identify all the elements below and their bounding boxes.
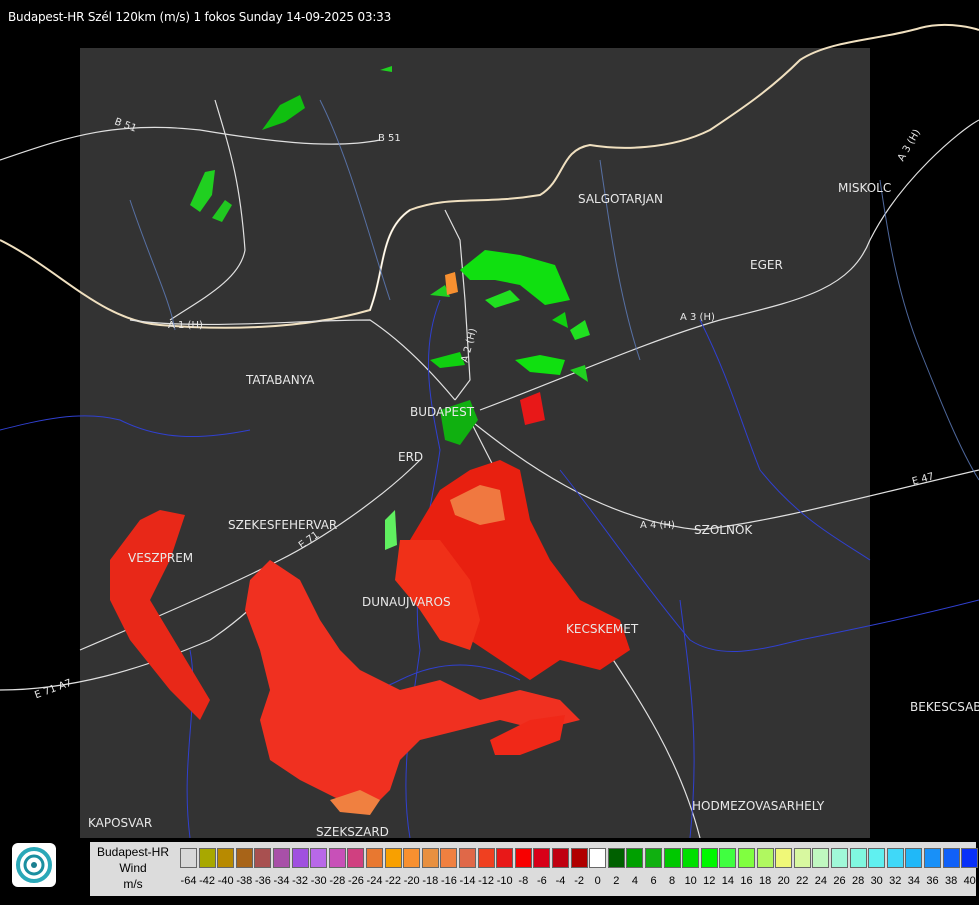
legend-swatch [421, 848, 439, 868]
city-label-veszprem: VESZPREM [128, 551, 194, 565]
legend-swatch [533, 848, 551, 868]
road-label: A 4 (H) [640, 520, 675, 531]
legend-swatch [589, 848, 607, 868]
city-label-budapest: BUDAPEST [410, 405, 475, 419]
map-title: Budapest-HR Szél 120km (m/s) 1 fokos Sun… [8, 10, 392, 24]
legend-swatch [831, 848, 848, 868]
legend-swatch [645, 848, 662, 868]
legend-swatch [719, 848, 737, 868]
legend-swatch [291, 848, 309, 868]
legend-swatch [366, 848, 383, 868]
legend-swatch [328, 848, 346, 868]
legend-swatch [514, 848, 532, 868]
legend-quantity: Wind [119, 861, 147, 875]
legend-swatch [310, 848, 328, 868]
color-scale-legend: Budapest-HR Wind m/s -64 -42 -40 -38 -36 -34-… [90, 842, 979, 896]
legend-swatch [868, 848, 886, 868]
legend-swatch [440, 848, 458, 868]
legend-swatch [700, 848, 718, 868]
city-label-szekszard: SZEKSZARD [316, 825, 389, 839]
met-service-logo [12, 843, 56, 887]
city-label-tatabanya: TATABANYA [246, 373, 315, 387]
legend-swatch [886, 848, 904, 868]
legend-swatch [384, 848, 402, 868]
legend-swatch [347, 848, 365, 868]
legend-swatch [738, 848, 755, 868]
swirl-icon [16, 847, 52, 883]
legend-swatch [198, 848, 216, 868]
legend-swatch [756, 848, 774, 868]
legend-swatch [607, 848, 625, 868]
legend-swatch [682, 848, 700, 868]
legend-swatch [217, 848, 235, 868]
legend-swatch [793, 848, 811, 868]
legend-unit: m/s [123, 877, 143, 891]
legend-swatch [663, 848, 681, 868]
legend-swatch [235, 848, 253, 868]
legend-swatch [924, 848, 941, 868]
legend-swatch [961, 848, 979, 868]
legend-swatch [459, 848, 476, 868]
legend-swatch [403, 848, 421, 868]
legend-swatch [180, 848, 197, 868]
radar-map: Budapest-HR Szél 120km (m/s) 1 fokos Sun… [0, 0, 979, 900]
legend-swatch [552, 848, 569, 868]
legend-swatch [254, 848, 272, 868]
legend-swatch [942, 848, 960, 868]
legend-swatch [273, 848, 290, 868]
city-label-erd: ERD [398, 450, 424, 464]
legend-swatch [905, 848, 923, 868]
city-label-eger: EGER [750, 258, 783, 272]
legend-caption: Budapest-HR Wind m/s [90, 844, 176, 892]
legend-swatch [849, 848, 867, 868]
city-label-hodmezovasarhely: HODMEZOVASARHELY [692, 799, 825, 813]
legend-swatch [626, 848, 644, 868]
map-canvas [0, 0, 979, 900]
legend-radar-name: Budapest-HR [96, 845, 170, 859]
legend-tick-label: 42 [973, 875, 979, 887]
city-label-kaposvar: KAPOSVAR [88, 816, 153, 830]
legend-swatch [496, 848, 514, 868]
city-label-miskolc: MISKOLC [838, 181, 892, 195]
city-label-kecskemet: KECSKEMET [566, 622, 639, 636]
city-label-dunaujvaros: DUNAUJVAROS [362, 595, 451, 609]
city-label-salgotarjan: SALGOTARJAN [578, 192, 663, 206]
legend-swatch [775, 848, 793, 868]
legend-swatch [812, 848, 830, 868]
road-label: A 1 (H) [168, 320, 203, 331]
road-label: A 3 (H) [680, 312, 715, 323]
city-label-szekesfehervar: SZEKESFEHERVAR [228, 518, 338, 532]
legend-swatch [477, 848, 495, 868]
legend-swatch [570, 848, 588, 868]
city-label-szolnok: SZOLNOK [694, 523, 753, 537]
road-label: B 51 [378, 133, 401, 144]
city-label-bekescsaba: BEKESCSABA [910, 700, 979, 714]
